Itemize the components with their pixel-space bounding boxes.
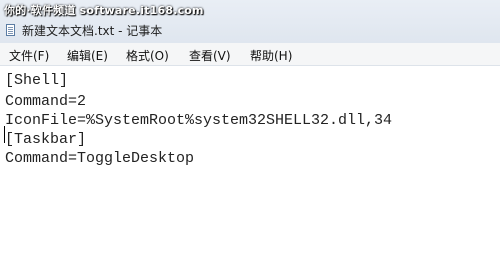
notepad-window: 你的·软件频道 software.it168.com 新建文本文档.txt - … [0, 0, 500, 253]
menu-file[interactable]: 文件(F) [9, 47, 49, 64]
menu-edit[interactable]: 编辑(E) [67, 47, 108, 64]
menu-help[interactable]: 帮助(H) [250, 47, 292, 64]
menu-bar: 文件(F) 编辑(E) 格式(O) 查看(V) 帮助(H) [0, 43, 500, 66]
text-caret [4, 126, 5, 143]
title-bar[interactable]: 你的·软件频道 software.it168.com 新建文本文档.txt - … [0, 0, 500, 43]
editor-line: [Taskbar] [5, 131, 87, 148]
menu-format[interactable]: 格式(O) [126, 47, 169, 64]
text-editor-area[interactable]: [Shell] Command=2 IconFile=%SystemRoot%s… [0, 66, 500, 253]
window-title: 新建文本文档.txt - 记事本 [22, 24, 163, 38]
editor-line: Command=ToggleDesktop [5, 150, 195, 167]
editor-line: Command=2 [5, 93, 87, 110]
menu-view[interactable]: 查看(V) [189, 47, 231, 64]
notepad-icon[interactable] [6, 24, 15, 36]
editor-line: [Shell] [5, 72, 69, 89]
editor-line: IconFile=%SystemRoot%system32SHELL32.dll… [5, 112, 393, 129]
watermark-text: 你的·软件频道 software.it168.com [4, 4, 204, 17]
